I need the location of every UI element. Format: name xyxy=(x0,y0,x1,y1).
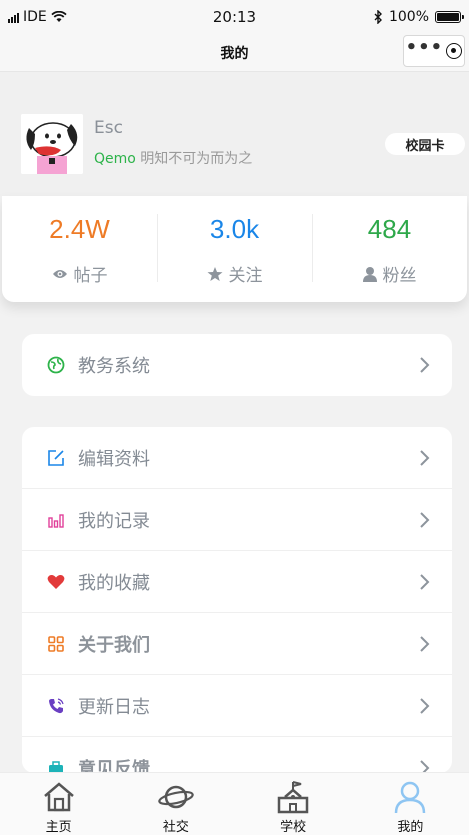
tab-label: 学校 xyxy=(280,820,307,835)
menu-item-about-us[interactable]: 关于我们 xyxy=(22,613,452,675)
tab-label: 我的 xyxy=(397,820,424,835)
page-title: 我的 xyxy=(220,45,249,62)
menu-item-label: 更新日志 xyxy=(78,696,150,718)
chevron-right-icon xyxy=(420,573,430,590)
menu-item-academic-system[interactable]: 教务系统 xyxy=(22,334,452,396)
menu-item-my-records[interactable]: 我的记录 xyxy=(22,489,452,551)
bar-chart-icon xyxy=(48,513,64,528)
stat-posts-value: 2.4W xyxy=(49,214,110,244)
planet-icon xyxy=(158,785,194,808)
stat-fans-value: 484 xyxy=(367,214,412,244)
user-bio: Qemo 明知不可为而为之 xyxy=(94,148,252,168)
stat-following[interactable]: 3.0k 关注 xyxy=(157,196,312,302)
star-icon xyxy=(207,266,222,281)
tab-bar: 主页 社交 学校 我的 xyxy=(0,772,469,835)
status-bar: IDE 20:13 100% xyxy=(0,0,469,34)
menu-item-edit-profile[interactable]: 编辑资料 xyxy=(22,427,452,489)
chevron-right-icon xyxy=(420,635,430,652)
bluetooth-icon xyxy=(374,10,382,24)
menu-item-feedback[interactable]: 意见反馈 xyxy=(22,737,452,773)
chevron-right-icon xyxy=(420,357,430,373)
edit-icon xyxy=(48,449,64,466)
miniprogram-capsule: ••• xyxy=(403,35,465,67)
chevron-right-icon xyxy=(420,449,430,466)
menu-item-label: 我的记录 xyxy=(78,510,150,532)
tab-label: 社交 xyxy=(162,820,189,835)
briefcase-icon xyxy=(49,761,63,773)
menu-item-favorites[interactable]: 我的收藏 xyxy=(22,551,452,613)
person-icon xyxy=(395,781,426,813)
stat-fans-label: 粉丝 xyxy=(382,266,417,286)
avatar[interactable] xyxy=(21,114,83,174)
chevron-right-icon xyxy=(420,697,430,714)
globe-icon xyxy=(47,356,65,374)
menu-item-changelog[interactable]: 更新日志 xyxy=(22,675,452,737)
menu-item-label: 教务系统 xyxy=(78,356,150,377)
tab-home[interactable]: 主页 xyxy=(0,773,117,835)
campus-card-button[interactable]: 校园卡 xyxy=(385,133,465,155)
grid-icon xyxy=(48,635,64,652)
phone-icon xyxy=(49,697,64,713)
battery-percent: 100% xyxy=(388,9,429,25)
nav-bar: 我的 ••• xyxy=(0,34,469,72)
tab-school[interactable]: 学校 xyxy=(235,773,352,835)
eye-icon xyxy=(52,269,67,278)
chevron-right-icon xyxy=(420,760,430,773)
bio-text: 明知不可为而为之 xyxy=(140,151,253,167)
user-icon xyxy=(362,266,377,282)
home-icon xyxy=(43,781,74,811)
menu-item-label: 关于我们 xyxy=(78,634,150,656)
menu-item-label: 我的收藏 xyxy=(78,572,150,594)
menu-item-label: 意见反馈 xyxy=(78,759,150,773)
tab-label: 主页 xyxy=(45,820,72,835)
wifi-icon xyxy=(51,11,67,22)
stat-posts[interactable]: 2.4W 帖子 xyxy=(2,196,157,302)
academic-card: 教务系统 xyxy=(22,334,452,396)
stat-fans[interactable]: 484 粉丝 xyxy=(312,196,467,302)
bio-brand: Qemo xyxy=(94,151,136,167)
clock: 20:13 xyxy=(212,8,257,26)
more-button[interactable]: ••• xyxy=(406,39,444,57)
username: Esc xyxy=(94,118,123,138)
carrier-label: IDE xyxy=(23,9,47,25)
battery-icon xyxy=(435,11,464,23)
stats-card: 2.4W 帖子 3.0k 关注 484 粉丝 xyxy=(2,196,467,302)
settings-card: 编辑资料 我的记录 我的收藏 关于我们 更新日志 意见反馈 xyxy=(22,427,452,773)
heart-icon xyxy=(47,574,65,589)
signal-icon xyxy=(8,11,19,23)
stat-following-value: 3.0k xyxy=(209,214,260,244)
stat-following-label: 关注 xyxy=(228,266,263,286)
tab-social[interactable]: 社交 xyxy=(117,773,234,835)
chevron-right-icon xyxy=(420,511,430,528)
close-miniprogram-button[interactable] xyxy=(446,43,463,59)
menu-item-label: 编辑资料 xyxy=(78,448,150,470)
profile-header: Esc Qemo 明知不可为而为之 校园卡 xyxy=(0,72,469,196)
school-icon xyxy=(277,780,309,813)
stat-posts-label: 帖子 xyxy=(73,266,108,286)
tab-mine[interactable]: 我的 xyxy=(352,773,469,835)
